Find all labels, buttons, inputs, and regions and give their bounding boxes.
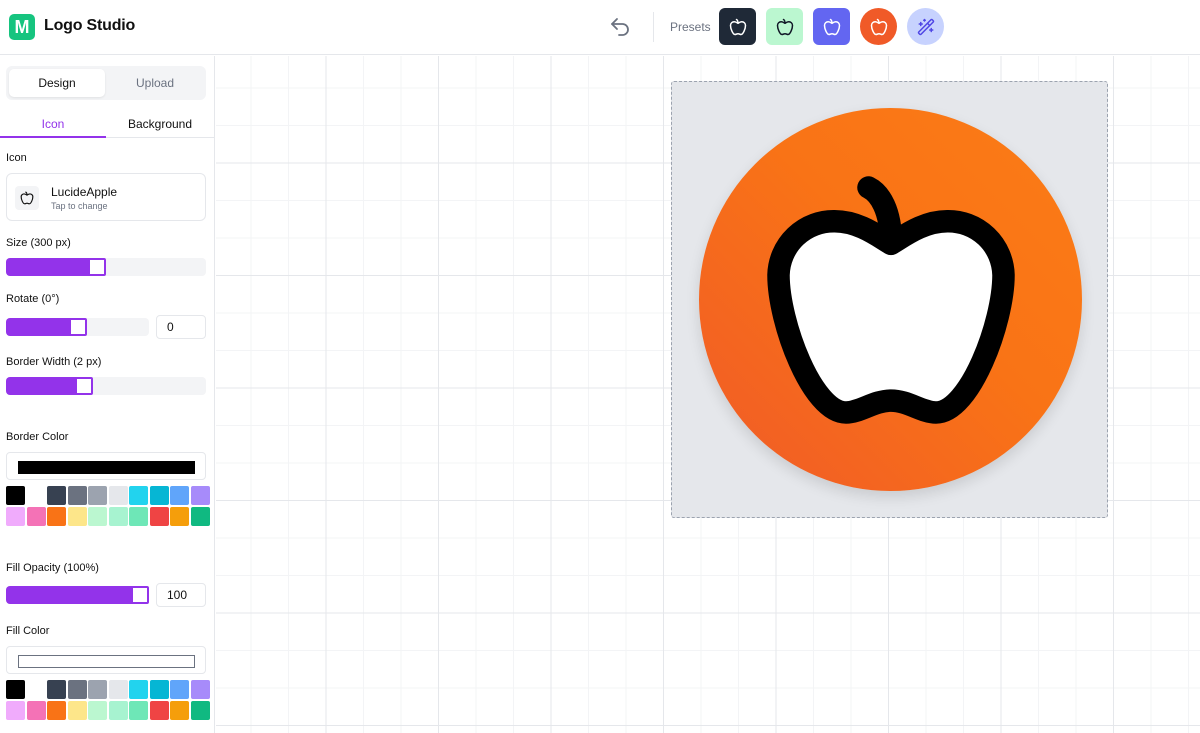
- fill-opacity-slider-fill: [6, 586, 140, 604]
- color-swatch[interactable]: [47, 680, 66, 699]
- color-swatch[interactable]: [6, 486, 25, 505]
- header-divider: [653, 12, 654, 42]
- color-swatch[interactable]: [108, 506, 128, 526]
- color-swatch[interactable]: [190, 486, 210, 505]
- color-swatch[interactable]: [170, 700, 189, 720]
- size-slider-thumb[interactable]: [87, 258, 106, 276]
- app-title: Logo Studio: [44, 17, 136, 34]
- fill-color-label: Fill Color: [6, 625, 50, 637]
- fill-opacity-label: Fill Opacity (100%): [6, 562, 99, 574]
- border-color-picker[interactable]: [6, 452, 206, 480]
- undo-button[interactable]: [608, 15, 632, 39]
- color-swatch[interactable]: [129, 680, 148, 699]
- color-swatch[interactable]: [190, 700, 210, 720]
- color-swatch[interactable]: [149, 486, 169, 505]
- color-swatch[interactable]: [47, 700, 66, 720]
- top-bar: M Logo Studio Presets: [0, 0, 1200, 55]
- fill-color-picker[interactable]: [6, 646, 206, 674]
- icon-name: LucideApple: [51, 185, 118, 199]
- color-swatch[interactable]: [108, 700, 128, 720]
- color-swatch[interactable]: [108, 486, 128, 505]
- color-swatch[interactable]: [26, 486, 46, 505]
- magic-wand-icon: [917, 18, 935, 36]
- border-width-label: Border Width (2 px): [6, 356, 102, 368]
- logo-background-circle[interactable]: [699, 108, 1082, 491]
- color-swatch[interactable]: [67, 680, 87, 699]
- fill-opacity-slider-thumb[interactable]: [131, 586, 149, 604]
- rotate-label: Rotate (0°): [6, 293, 60, 305]
- border-width-slider-thumb[interactable]: [75, 377, 94, 395]
- color-swatch[interactable]: [26, 680, 46, 699]
- size-slider[interactable]: [6, 258, 206, 276]
- color-swatch[interactable]: [6, 680, 25, 699]
- color-swatch[interactable]: [149, 700, 169, 720]
- sub-tabs: Icon Background: [0, 110, 214, 138]
- color-swatch[interactable]: [170, 680, 189, 699]
- apple-icon: [729, 18, 747, 36]
- tab-icon[interactable]: Icon: [0, 110, 106, 138]
- mode-tabs: Design Upload: [6, 66, 206, 100]
- preset-button[interactable]: [813, 8, 850, 45]
- color-swatch[interactable]: [67, 506, 87, 526]
- icon-hint: Tap to change: [51, 201, 108, 211]
- color-swatch[interactable]: [67, 486, 87, 505]
- color-swatch[interactable]: [47, 486, 66, 505]
- color-swatch[interactable]: [190, 506, 210, 526]
- app-logo: M: [9, 14, 35, 40]
- color-swatch[interactable]: [6, 700, 25, 720]
- border-color-preview: [18, 461, 195, 474]
- tab-upload[interactable]: Upload: [107, 69, 203, 97]
- preset-button[interactable]: [860, 8, 897, 45]
- rotate-slider[interactable]: [6, 318, 149, 336]
- border-color-swatches: [6, 486, 210, 526]
- undo-icon: [611, 18, 629, 36]
- color-swatch[interactable]: [190, 680, 210, 699]
- fill-opacity-input[interactable]: [156, 583, 206, 607]
- color-swatch[interactable]: [26, 700, 46, 720]
- color-swatch[interactable]: [170, 506, 189, 526]
- color-swatch[interactable]: [88, 506, 107, 526]
- icon-section-label: Icon: [6, 152, 27, 164]
- apple-icon[interactable]: [756, 165, 1026, 435]
- color-swatch[interactable]: [129, 700, 148, 720]
- artboard[interactable]: [671, 81, 1108, 518]
- color-swatch[interactable]: [129, 486, 148, 505]
- rotate-slider-thumb[interactable]: [68, 318, 87, 336]
- fill-opacity-slider[interactable]: [6, 586, 149, 604]
- rotate-slider-fill: [6, 318, 78, 336]
- tab-background[interactable]: Background: [107, 110, 213, 138]
- color-swatch[interactable]: [67, 700, 87, 720]
- preset-button[interactable]: [907, 8, 944, 45]
- rotate-input[interactable]: [156, 315, 206, 339]
- fill-color-swatches: [6, 680, 210, 720]
- icon-picker[interactable]: LucideApple Tap to change: [6, 173, 206, 221]
- color-swatch[interactable]: [26, 506, 46, 526]
- color-swatch[interactable]: [88, 680, 107, 699]
- color-swatch[interactable]: [129, 506, 148, 526]
- presets-label: Presets: [670, 20, 711, 34]
- color-swatch[interactable]: [47, 506, 66, 526]
- apple-icon: [776, 18, 794, 36]
- size-label: Size (300 px): [6, 237, 71, 249]
- size-slider-fill: [6, 258, 97, 276]
- color-swatch[interactable]: [170, 486, 189, 505]
- border-width-slider-fill: [6, 377, 85, 395]
- color-swatch[interactable]: [149, 506, 169, 526]
- tab-design[interactable]: Design: [9, 69, 105, 97]
- sidebar: Design Upload Icon Background Icon Lucid…: [0, 56, 215, 733]
- preset-button[interactable]: [719, 8, 756, 45]
- color-swatch[interactable]: [88, 486, 107, 505]
- color-swatch[interactable]: [108, 680, 128, 699]
- border-width-slider[interactable]: [6, 377, 206, 395]
- border-color-label: Border Color: [6, 431, 69, 443]
- preset-button[interactable]: [766, 8, 803, 45]
- fill-color-preview: [18, 655, 195, 668]
- canvas-area[interactable]: [216, 56, 1200, 733]
- color-swatch[interactable]: [88, 700, 107, 720]
- color-swatch[interactable]: [149, 680, 169, 699]
- apple-icon: [870, 18, 888, 36]
- apple-icon: [15, 186, 39, 210]
- color-swatch[interactable]: [6, 506, 25, 526]
- apple-icon: [823, 18, 841, 36]
